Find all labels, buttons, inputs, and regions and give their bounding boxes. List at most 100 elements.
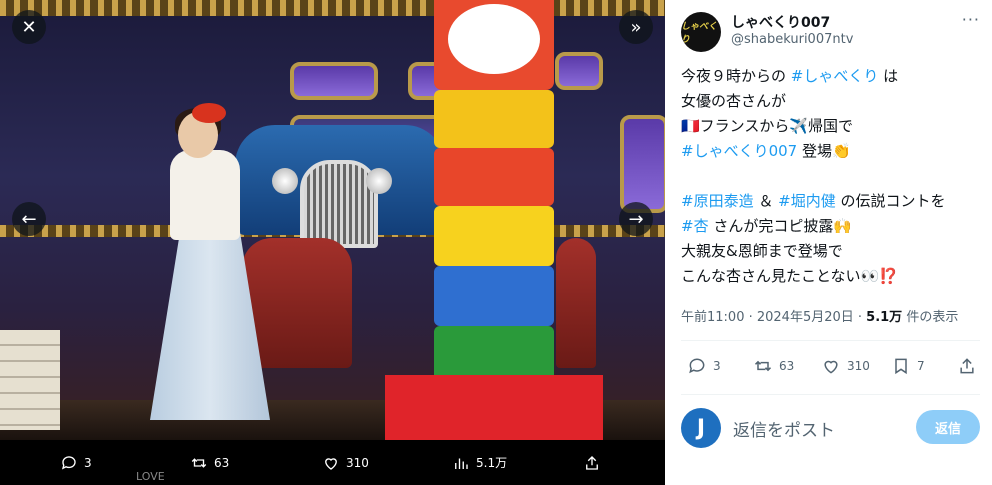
- media-viewer: ✕ » ← → 3 63 310 5.1万 LOVE: [0, 0, 665, 485]
- tweet-text-segment: さんが完コピ披露🙌: [708, 217, 853, 235]
- heart-icon: [325, 457, 337, 470]
- more-dots-icon: ···: [961, 10, 980, 29]
- hashtag-link[interactable]: #原田泰造: [681, 192, 754, 210]
- media-share-button[interactable]: [583, 454, 601, 472]
- divider: [681, 340, 980, 341]
- next-media-button[interactable]: →: [619, 202, 653, 236]
- reply-button[interactable]: 3: [687, 356, 721, 376]
- media-retweet-count: 63: [214, 455, 230, 470]
- red-pedestal: [385, 375, 603, 440]
- retweet-icon: [191, 457, 207, 468]
- reply-submit-button[interactable]: 返信: [916, 410, 980, 444]
- arrow-right-icon: →: [628, 208, 644, 230]
- bookmark-icon: [895, 358, 907, 375]
- stage-window: [620, 115, 665, 213]
- like-count: 310: [847, 359, 870, 373]
- double-chevron-right-icon: »: [630, 16, 642, 38]
- pillar-block-yellow: [434, 90, 554, 148]
- hashtag-link[interactable]: #しゃべくり: [791, 67, 879, 85]
- retweet-icon: [754, 360, 772, 372]
- daruma-head: [434, 0, 554, 90]
- media-views-count: 5.1万: [476, 456, 508, 470]
- tweet-view-label: 件の表示: [902, 310, 959, 325]
- current-user-avatar: J: [681, 408, 721, 448]
- views-chart-icon: [455, 458, 468, 469]
- media-like-count: 310: [346, 455, 369, 470]
- pillar-block-yellow: [434, 206, 554, 266]
- tweet-text-line: [681, 164, 986, 189]
- red-beret: [192, 103, 226, 123]
- stage-window: [290, 62, 378, 100]
- tweet-detail-panel: しゃべくり しゃべくり007 @shabekuri007ntv ··· 今夜９時…: [665, 0, 992, 485]
- tweet-text-segment: 🇫🇷フランスから✈️帰国で: [681, 117, 854, 135]
- media-retweet-button[interactable]: 63: [190, 454, 229, 472]
- tweet-text-line: #原田泰造 ＆ #堀内健 の伝説コントを: [681, 189, 986, 214]
- tweet-photo: [0, 0, 665, 440]
- share-button[interactable]: [957, 356, 977, 376]
- pillar-block-red: [434, 148, 554, 206]
- tweet-text-line: 大親友&恩師まで登場で: [681, 239, 986, 264]
- car-headlight: [366, 168, 392, 194]
- media-reply-button[interactable]: 3: [60, 454, 92, 472]
- previous-media-button[interactable]: ←: [12, 202, 46, 236]
- stairs: [0, 330, 60, 430]
- media-reply-count: 3: [84, 455, 92, 470]
- tweet-text-segment: こんな杏さん見たことない👀⁉️: [681, 267, 898, 285]
- media-like-button[interactable]: 310: [322, 454, 369, 472]
- hashtag-link[interactable]: #しゃべくり007: [681, 142, 797, 160]
- tweet-text-line: こんな杏さん見たことない👀⁉️: [681, 264, 986, 289]
- gold-rail: [0, 0, 665, 16]
- author-avatar[interactable]: しゃべくり: [681, 12, 721, 52]
- tweet-text-line: 女優の杏さんが: [681, 89, 986, 114]
- tweet-text-line: #しゃべくり007 登場👏: [681, 139, 986, 164]
- like-button[interactable]: 310: [821, 356, 870, 376]
- tweet-text-line: 今夜９時からの #しゃべくり は: [681, 64, 986, 89]
- car-headlight: [272, 168, 298, 194]
- tweet-text-segment: 登場👏: [797, 142, 851, 160]
- retweet-button[interactable]: 63: [753, 356, 794, 376]
- author-handle[interactable]: @shabekuri007ntv: [731, 32, 853, 47]
- media-action-bar: 3 63 310 5.1万 LOVE: [0, 440, 665, 485]
- author-display-name[interactable]: しゃべくり007: [731, 12, 830, 32]
- reply-input[interactable]: 返信をポスト: [733, 416, 835, 441]
- tweet-meta: 午前11:00 · 2024年5月20日 · 5.1万 件の表示: [681, 306, 958, 325]
- arrow-left-icon: ←: [21, 208, 37, 230]
- avatar-logo-text: しゃべくり: [681, 22, 718, 45]
- tweet-text: 今夜９時からの #しゃべくり は女優の杏さんが 🇫🇷フランスから✈️帰国で #しゃべ…: [681, 64, 986, 289]
- woman-blouse: [170, 150, 240, 240]
- heart-icon: [824, 360, 838, 374]
- next-reply-label: LOVE: [136, 470, 165, 483]
- retweet-count: 63: [779, 359, 795, 373]
- share-icon: [586, 455, 598, 470]
- close-media-button[interactable]: ✕: [12, 10, 46, 44]
- media-views-button[interactable]: 5.1万: [452, 454, 507, 472]
- tweet-text-segment: は: [878, 67, 899, 85]
- red-armchair: [556, 238, 596, 368]
- reply-count: 3: [713, 359, 721, 373]
- pillar-block-blue: [434, 266, 554, 326]
- tweet-text-segment: 今夜９時からの: [681, 67, 791, 85]
- expand-panel-button[interactable]: »: [619, 10, 653, 44]
- tweet-timestamp[interactable]: 午前11:00 · 2024年5月20日 ·: [681, 310, 866, 325]
- tweet-text-line: 🇫🇷フランスから✈️帰国で: [681, 114, 986, 139]
- hashtag-link[interactable]: #杏: [681, 217, 709, 235]
- bookmark-count: 7: [917, 359, 925, 373]
- hashtag-link[interactable]: #堀内健: [778, 192, 836, 210]
- car-grille: [300, 160, 378, 248]
- tweet-text-segment: 大親友&恩師まで登場で: [681, 242, 843, 260]
- tweet-text-line: #杏 さんが完コピ披露🙌: [681, 214, 986, 239]
- divider: [681, 394, 980, 395]
- tweet-text-segment: の伝説コントを: [835, 192, 946, 210]
- share-icon: [960, 358, 974, 374]
- close-icon: ✕: [21, 16, 37, 38]
- reply-icon: [689, 358, 705, 374]
- more-options-button[interactable]: ···: [962, 10, 980, 29]
- reply-icon: [61, 455, 76, 470]
- tweet-action-bar: 3 63 310 7: [681, 356, 981, 380]
- stage-window: [555, 52, 603, 90]
- tweet-view-count: 5.1万: [866, 310, 903, 325]
- bookmark-button[interactable]: 7: [891, 356, 925, 376]
- tweet-text-segment: ＆: [753, 192, 779, 210]
- daruma-face: [448, 4, 540, 74]
- tweet-text-segment: 女優の杏さんが: [681, 92, 787, 110]
